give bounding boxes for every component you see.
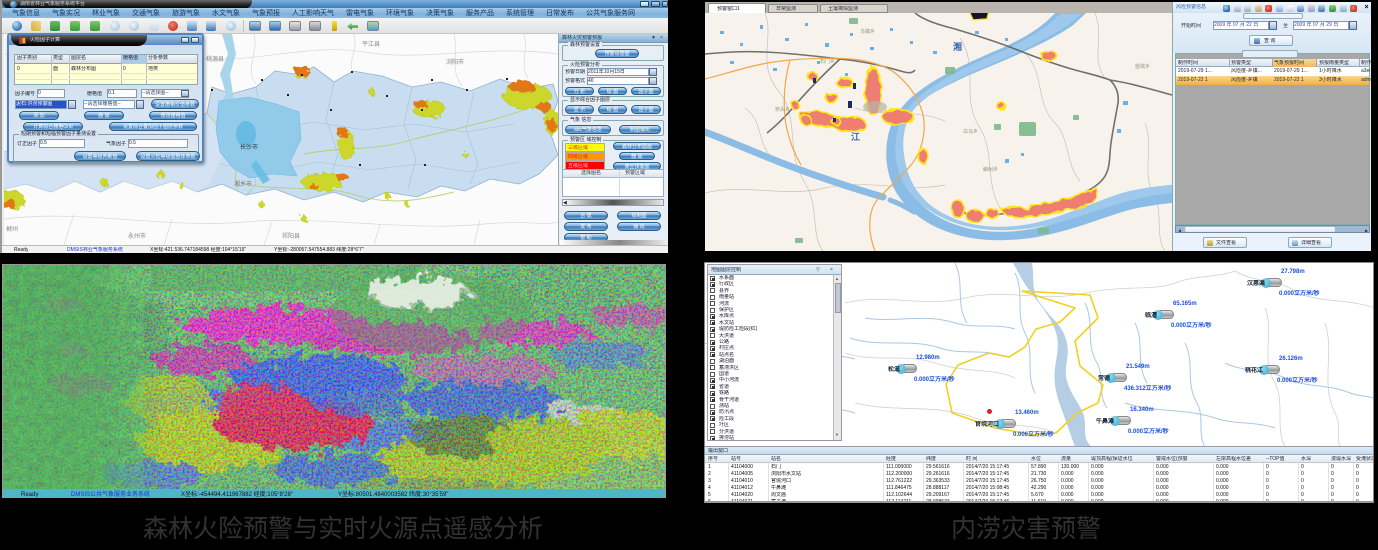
svg-text:桥头乡: 桥头乡: [775, 106, 790, 113]
svg-text:DMSIS公共气象服务业务系统: DMSIS公共气象服务业务系统: [71, 490, 150, 498]
svg-text:湘: 湘: [953, 41, 962, 52]
svg-text:祁阳县: 祁阳县: [282, 232, 300, 240]
svg-text:永州市: 永州市: [128, 232, 146, 240]
svg-text:浏阳市: 浏阳市: [446, 58, 464, 66]
svg-text:平江县: 平江县: [362, 41, 380, 48]
svg-text:湘乡市: 湘乡市: [234, 180, 252, 188]
svg-text:郴州: 郴州: [6, 225, 18, 233]
svg-text:白马乡: 白马乡: [963, 128, 978, 135]
svg-text:桃源县: 桃源县: [206, 55, 224, 63]
svg-text:榔树乡: 榔树乡: [983, 166, 998, 173]
svg-text:X坐标:-454494.411967882 经度:105°8: X坐标:-454494.411967882 经度:105°8'28": [181, 490, 293, 498]
svg-text:石门乡: 石门乡: [820, 58, 835, 65]
svg-text:江: 江: [851, 131, 860, 142]
svg-text:Ready: Ready: [21, 492, 38, 498]
svg-text:长沙市: 长沙市: [240, 143, 258, 151]
svg-text:乌镇乡: 乌镇乡: [860, 28, 875, 35]
svg-text:Y坐标:80501.4840003582 纬度:30°35': Y坐标:80501.4840003582 纬度:30°35'59": [338, 490, 448, 498]
svg-text:望城乡: 望城乡: [1135, 63, 1150, 70]
